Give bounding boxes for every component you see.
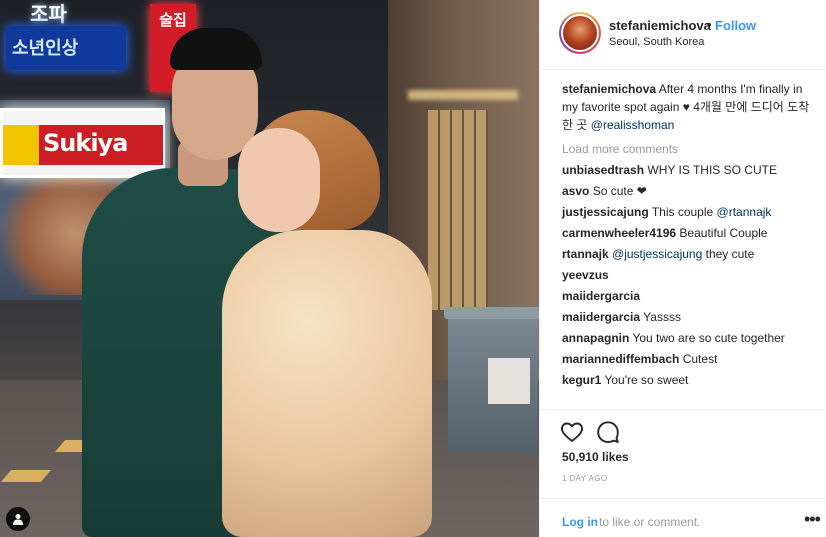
avatar-border: [561, 14, 599, 52]
comment-item: maiidergarcia: [562, 287, 820, 305]
caption-username[interactable]: stefaniemichova: [562, 82, 656, 96]
comment-text: So cute ❤: [592, 184, 647, 198]
post-timestamp[interactable]: 1 DAY AGO: [562, 474, 608, 483]
comment-icon: [596, 420, 620, 444]
sukiya-sign: Sukiya: [0, 108, 165, 178]
header-separator: •: [707, 17, 712, 32]
comment-username[interactable]: annapagnin: [562, 331, 629, 345]
neon-sign-blue: 소년인상: [6, 26, 126, 70]
avatar-image: [563, 16, 597, 50]
comment-text: You two are so cute together: [632, 331, 785, 345]
trash-bin: [444, 307, 539, 453]
man-hair: [170, 28, 262, 70]
comment-username[interactable]: rtannajk: [562, 247, 609, 261]
sukiya-sign-yellow: [3, 125, 39, 165]
building-window: [428, 110, 488, 310]
more-options-button[interactable]: •••: [804, 509, 821, 530]
follow-button[interactable]: Follow: [715, 18, 756, 33]
comment-username[interactable]: kegur1: [562, 373, 601, 387]
sukiya-sign-text: Sukiya: [43, 129, 128, 157]
neon-sign-top: 조파: [30, 2, 67, 26]
comment-username[interactable]: unbiasedtrash: [562, 163, 644, 177]
load-more-comments-button[interactable]: Load more comments: [562, 140, 820, 158]
comment-mention[interactable]: @justjessicajung: [612, 247, 702, 261]
woman-face: [238, 128, 320, 232]
caption: stefaniemichova After 4 months I'm final…: [562, 80, 820, 134]
avatar[interactable]: [559, 12, 601, 54]
trash-bin-label: [488, 358, 530, 404]
comment-item: justjessicajung This couple @rtannajk: [562, 203, 820, 221]
comment-username[interactable]: maiidergarcia: [562, 289, 640, 303]
heart-icon: [560, 420, 584, 444]
comment-username[interactable]: maiidergarcia: [562, 310, 640, 324]
caption-mention[interactable]: @realisshoman: [591, 118, 675, 132]
comment-item: unbiasedtrash WHY IS THIS SO CUTE: [562, 161, 820, 179]
like-button[interactable]: [560, 420, 584, 444]
comment-text: Beautiful Couple: [679, 226, 768, 240]
post-actions: 50,910 likes 1 DAY AGO Log in to like or…: [540, 409, 826, 537]
comment-text: This couple: [651, 205, 717, 219]
comment-mention[interactable]: @rtannajk: [717, 205, 772, 219]
likes-count[interactable]: 50,910 likes: [562, 450, 629, 464]
location-link[interactable]: Seoul, South Korea: [609, 36, 704, 48]
comment-text: You're so sweet: [604, 373, 689, 387]
comment-username[interactable]: mariannediffembach: [562, 352, 679, 366]
post-header: stefaniemichova • Follow Seoul, South Ko…: [540, 0, 826, 70]
comment-text: they cute: [705, 247, 755, 261]
post-view: 조파 소년인상 술집 Sukiya stefaniemichova • Foll…: [0, 0, 826, 537]
post-photo[interactable]: 조파 소년인상 술집 Sukiya: [0, 0, 539, 537]
comment-item: mariannediffembach Cutest: [562, 350, 820, 368]
post-side-panel: stefaniemichova • Follow Seoul, South Ko…: [539, 0, 826, 537]
login-bar: Log in to like or comment. •••: [540, 498, 826, 537]
comment-item: annapagnin You two are so cute together: [562, 329, 820, 347]
comment-item: maiidergarcia Yassss: [562, 308, 820, 326]
person-icon: [12, 513, 24, 525]
comment-text: Yassss: [643, 310, 681, 324]
comment-item: rtannajk @justjessicajung they cute: [562, 245, 820, 263]
comment-text: WHY IS THIS SO CUTE: [647, 163, 777, 177]
comment-username[interactable]: asvo: [562, 184, 589, 198]
comment-text: Cutest: [682, 352, 718, 366]
login-prompt-text: to like or comment.: [599, 515, 701, 529]
comment-item: carmenwheeler4196 Beautiful Couple: [562, 224, 820, 242]
user-tag-button[interactable]: [6, 507, 30, 531]
login-link[interactable]: Log in: [562, 515, 598, 529]
comment-username[interactable]: yeevzus: [562, 268, 609, 282]
comment-item: asvo So cute ❤: [562, 182, 820, 200]
comment-username[interactable]: carmenwheeler4196: [562, 226, 676, 240]
comment-button[interactable]: [596, 420, 620, 444]
woman-fur-coat: [222, 230, 432, 537]
header-username[interactable]: stefaniemichova: [609, 18, 711, 33]
comments-list: stefaniemichova After 4 months I'm final…: [562, 80, 820, 389]
comment-item: yeevzus: [562, 266, 820, 284]
comment-item: kegur1 You're so sweet: [562, 371, 820, 389]
building-lamp: [408, 90, 518, 100]
trash-bin-lid: [444, 307, 539, 319]
comment-username[interactable]: justjessicajung: [562, 205, 649, 219]
